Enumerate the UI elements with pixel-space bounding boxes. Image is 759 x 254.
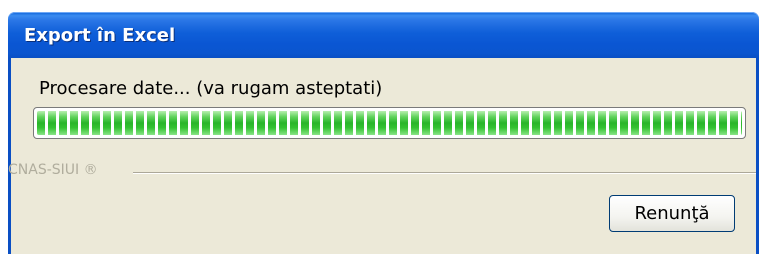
progress-bar bbox=[33, 107, 746, 139]
cancel-button[interactable]: Renunţă bbox=[609, 195, 735, 232]
window-title: Export în Excel bbox=[24, 25, 176, 46]
brand-label: CNAS-SIUI ® bbox=[8, 162, 98, 178]
status-message: Procesare date... (va rugam asteptati) bbox=[39, 78, 383, 99]
dialog-body: Procesare date... (va rugam asteptati) C… bbox=[8, 58, 756, 254]
export-dialog-window: Export în Excel Procesare date... (va ru… bbox=[0, 0, 759, 254]
separator-line bbox=[133, 172, 756, 174]
progress-bar-fill bbox=[37, 111, 742, 135]
title-bar[interactable]: Export în Excel bbox=[8, 12, 759, 58]
brand-separator-row: CNAS-SIUI ® bbox=[8, 162, 756, 182]
